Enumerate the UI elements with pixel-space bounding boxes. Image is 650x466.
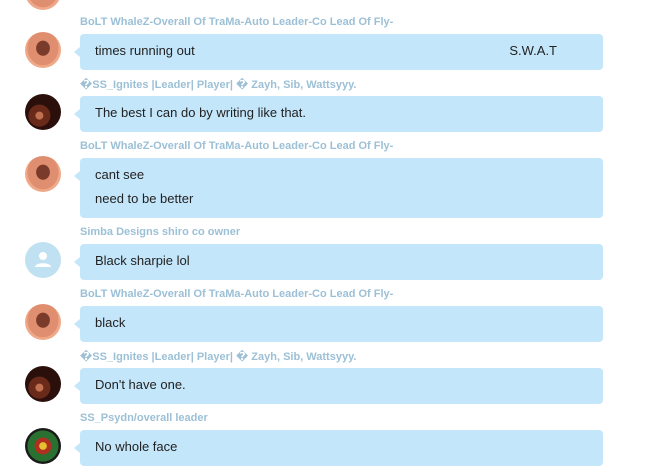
whale-avatar[interactable]: [25, 156, 61, 192]
whale-avatar[interactable]: [25, 0, 61, 10]
message-bubble: The best I can do by writing like that.: [74, 96, 603, 132]
message-text-extra: S.W.A.T: [509, 43, 557, 58]
message-text: Don't have one.: [95, 377, 186, 392]
whale-avatar[interactable]: [25, 32, 61, 68]
message-bubble: No whole face: [74, 430, 603, 466]
message-bubble: Don't have one.: [74, 368, 603, 404]
person-icon: [35, 252, 51, 267]
sender-name[interactable]: �SS_Ignites |Leader| Player| � Zayh, Sib…: [80, 78, 356, 91]
sender-name[interactable]: SS_Psydn/overall leader: [80, 412, 208, 424]
default-user-icon[interactable]: [25, 242, 61, 278]
sender-name[interactable]: BoLT WhaleZ-Overall Of TraMa-Auto Leader…: [80, 140, 393, 152]
message-bubble: times running out S.W.A.T: [74, 34, 603, 70]
ss-ignites-avatar[interactable]: [25, 94, 61, 130]
psydn-avatar[interactable]: [25, 428, 61, 464]
message-bubble: cant see need to be better: [74, 158, 603, 218]
message-text: need to be better: [95, 191, 194, 206]
chat-message-list: BoLT WhaleZ-Overall Of TraMa-Auto Leader…: [0, 0, 650, 466]
message-bubble: Black sharpie lol: [74, 244, 603, 280]
sender-name[interactable]: BoLT WhaleZ-Overall Of TraMa-Auto Leader…: [80, 288, 393, 300]
message-text: Black sharpie lol: [95, 253, 190, 268]
sender-name[interactable]: Simba Designs shiro co owner: [80, 226, 240, 238]
message-bubble: black: [74, 306, 603, 342]
whale-avatar[interactable]: [25, 304, 61, 340]
message-text: The best I can do by writing like that.: [95, 105, 306, 120]
message-text: No whole face: [95, 439, 178, 454]
ss-ignites-avatar[interactable]: [25, 366, 61, 402]
message-text: cant see: [95, 167, 145, 182]
sender-name[interactable]: �SS_Ignites |Leader| Player| � Zayh, Sib…: [80, 350, 356, 363]
message-text: black: [95, 315, 126, 330]
sender-name[interactable]: BoLT WhaleZ-Overall Of TraMa-Auto Leader…: [80, 16, 393, 28]
